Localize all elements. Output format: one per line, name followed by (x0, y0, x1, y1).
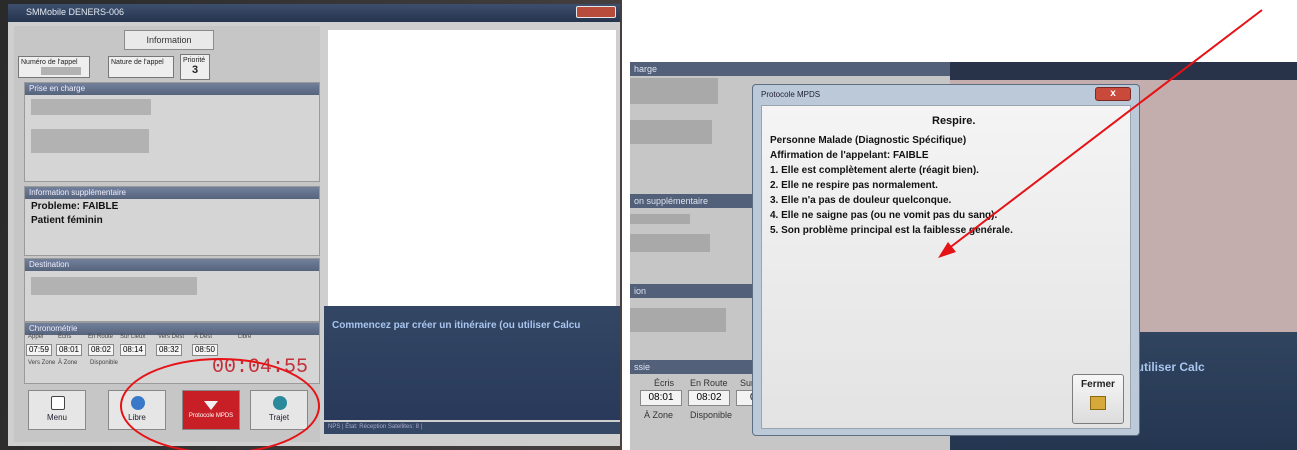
protocol-heading: Respire. (932, 115, 976, 127)
route-panel: Commencez par créer un itinéraire (ou ut… (324, 306, 620, 420)
redacted-block (630, 120, 712, 144)
prise-en-charge-header: Prise en charge (25, 83, 319, 95)
protocol-line: 5. Son problème principal est la faibles… (770, 225, 1013, 236)
chrono-value: 08:14 (120, 344, 146, 356)
priority-value: 3 (191, 64, 199, 76)
chrono-label: Vers Dest (158, 334, 185, 340)
chrono-value: 08:01 (640, 390, 682, 406)
window-titlebar: SMMobile DENERS-006 (8, 4, 620, 22)
destination-section: Destination (24, 258, 320, 322)
chrono-label: À Dest (194, 334, 213, 340)
gps-status-bar: NPS | État: Réception Satellites: 8 | (324, 422, 620, 434)
chrono-label: Disponible (690, 410, 733, 420)
prise-en-charge-header: harge (630, 62, 950, 76)
chrono-label: Écris (58, 334, 72, 340)
chrono-label: En Route (88, 334, 114, 340)
call-number-field: Numéro de l'appel (18, 56, 90, 78)
redacted-value (41, 67, 81, 75)
protocol-line: 3. Elle n'a pas de douleur quelconque. (770, 195, 952, 206)
chrono-value: 07:59 (26, 344, 52, 356)
info-sup-line: Patient féminin (31, 215, 103, 226)
chrono-label: À Zone (58, 360, 78, 366)
left-photo: SMMobile DENERS-006 Information Numéro d… (0, 0, 622, 450)
redacted-block (630, 214, 690, 224)
chrono-label: Écris (654, 378, 674, 388)
chrono-label: À Zone (644, 410, 674, 420)
fermer-button[interactable]: Fermer (1072, 374, 1124, 424)
dialog-title: Protocole MPDS (761, 90, 821, 99)
call-nature-label: Nature de l'appel (111, 59, 164, 66)
mobile-terminal-screen: SMMobile DENERS-006 Information Numéro d… (8, 4, 620, 446)
map-area[interactable] (328, 30, 616, 306)
route-panel-topbar (950, 62, 1297, 80)
route-message: Commencez par créer un itinéraire (ou ut… (332, 320, 581, 331)
chrono-label: Appel (28, 334, 44, 340)
redacted-block (630, 308, 726, 332)
info-sup-section: Information supplémentaire Probleme: FAI… (24, 186, 320, 256)
redacted-block (630, 234, 710, 252)
chrono-value: 08:01 (56, 344, 82, 356)
menu-button[interactable]: Menu (28, 390, 86, 430)
chrono-value: 08:32 (156, 344, 182, 356)
dialog-close-button[interactable]: x (1095, 87, 1131, 101)
chrono-value: 08:02 (688, 390, 730, 406)
right-photo: harge on supplémentaire ion ssie Écris E… (630, 62, 1297, 450)
chrono-label: Disponible (90, 360, 119, 366)
call-nature-field: Nature de l'appel (108, 56, 174, 78)
protocol-line: 2. Elle ne respire pas normalement. (770, 180, 938, 191)
chrono-value: 08:50 (192, 344, 218, 356)
redacted-block (31, 129, 149, 153)
protocol-line: Affirmation de l'appelant: FAIBLE (770, 150, 929, 161)
info-sup-header: Information supplémentaire (25, 187, 319, 199)
protocol-line: 4. Elle ne saigne pas (ou ne vomit pas d… (770, 210, 998, 221)
chrono-label: Vers Zone (28, 360, 56, 366)
prise-en-charge-section: Prise en charge (24, 82, 320, 182)
chrono-value: 08:02 (88, 344, 114, 356)
close-folder-icon (1090, 396, 1106, 410)
priority-field: Priorité 3 (180, 54, 210, 80)
protocol-line: 1. Elle est complètement alerte (réagit … (770, 165, 979, 176)
menu-icon (51, 396, 65, 410)
info-sup-line: Probleme: FAIBLE (31, 201, 119, 212)
redacted-block (630, 78, 718, 104)
destination-header: Destination (25, 259, 319, 271)
fermer-button-label: Fermer (1081, 379, 1115, 390)
tab-information[interactable]: Information (124, 30, 214, 50)
redacted-block (31, 277, 197, 295)
mpds-protocol-dialog: Protocole MPDS x Respire. Personne Malad… (752, 84, 1140, 436)
priority-label: Priorité (183, 57, 206, 64)
protocol-line: Personne Malade (Diagnostic Spécifique) (770, 135, 967, 146)
redacted-block (31, 99, 151, 115)
menu-button-label: Menu (46, 413, 67, 422)
dialog-body: Respire. Personne Malade (Diagnostic Spé… (761, 105, 1131, 429)
window-title: SMMobile DENERS-006 (26, 7, 125, 17)
chrono-label: Sur Lieux (120, 334, 146, 340)
chrono-label: Libre (238, 334, 252, 340)
chrono-label: En Route (690, 378, 728, 388)
highlight-circle (120, 358, 320, 450)
call-number-label: Numéro de l'appel (21, 59, 78, 66)
window-close-button[interactable] (576, 6, 616, 18)
protocol-lines: Personne Malade (Diagnostic Spécifique) … (770, 133, 1013, 238)
